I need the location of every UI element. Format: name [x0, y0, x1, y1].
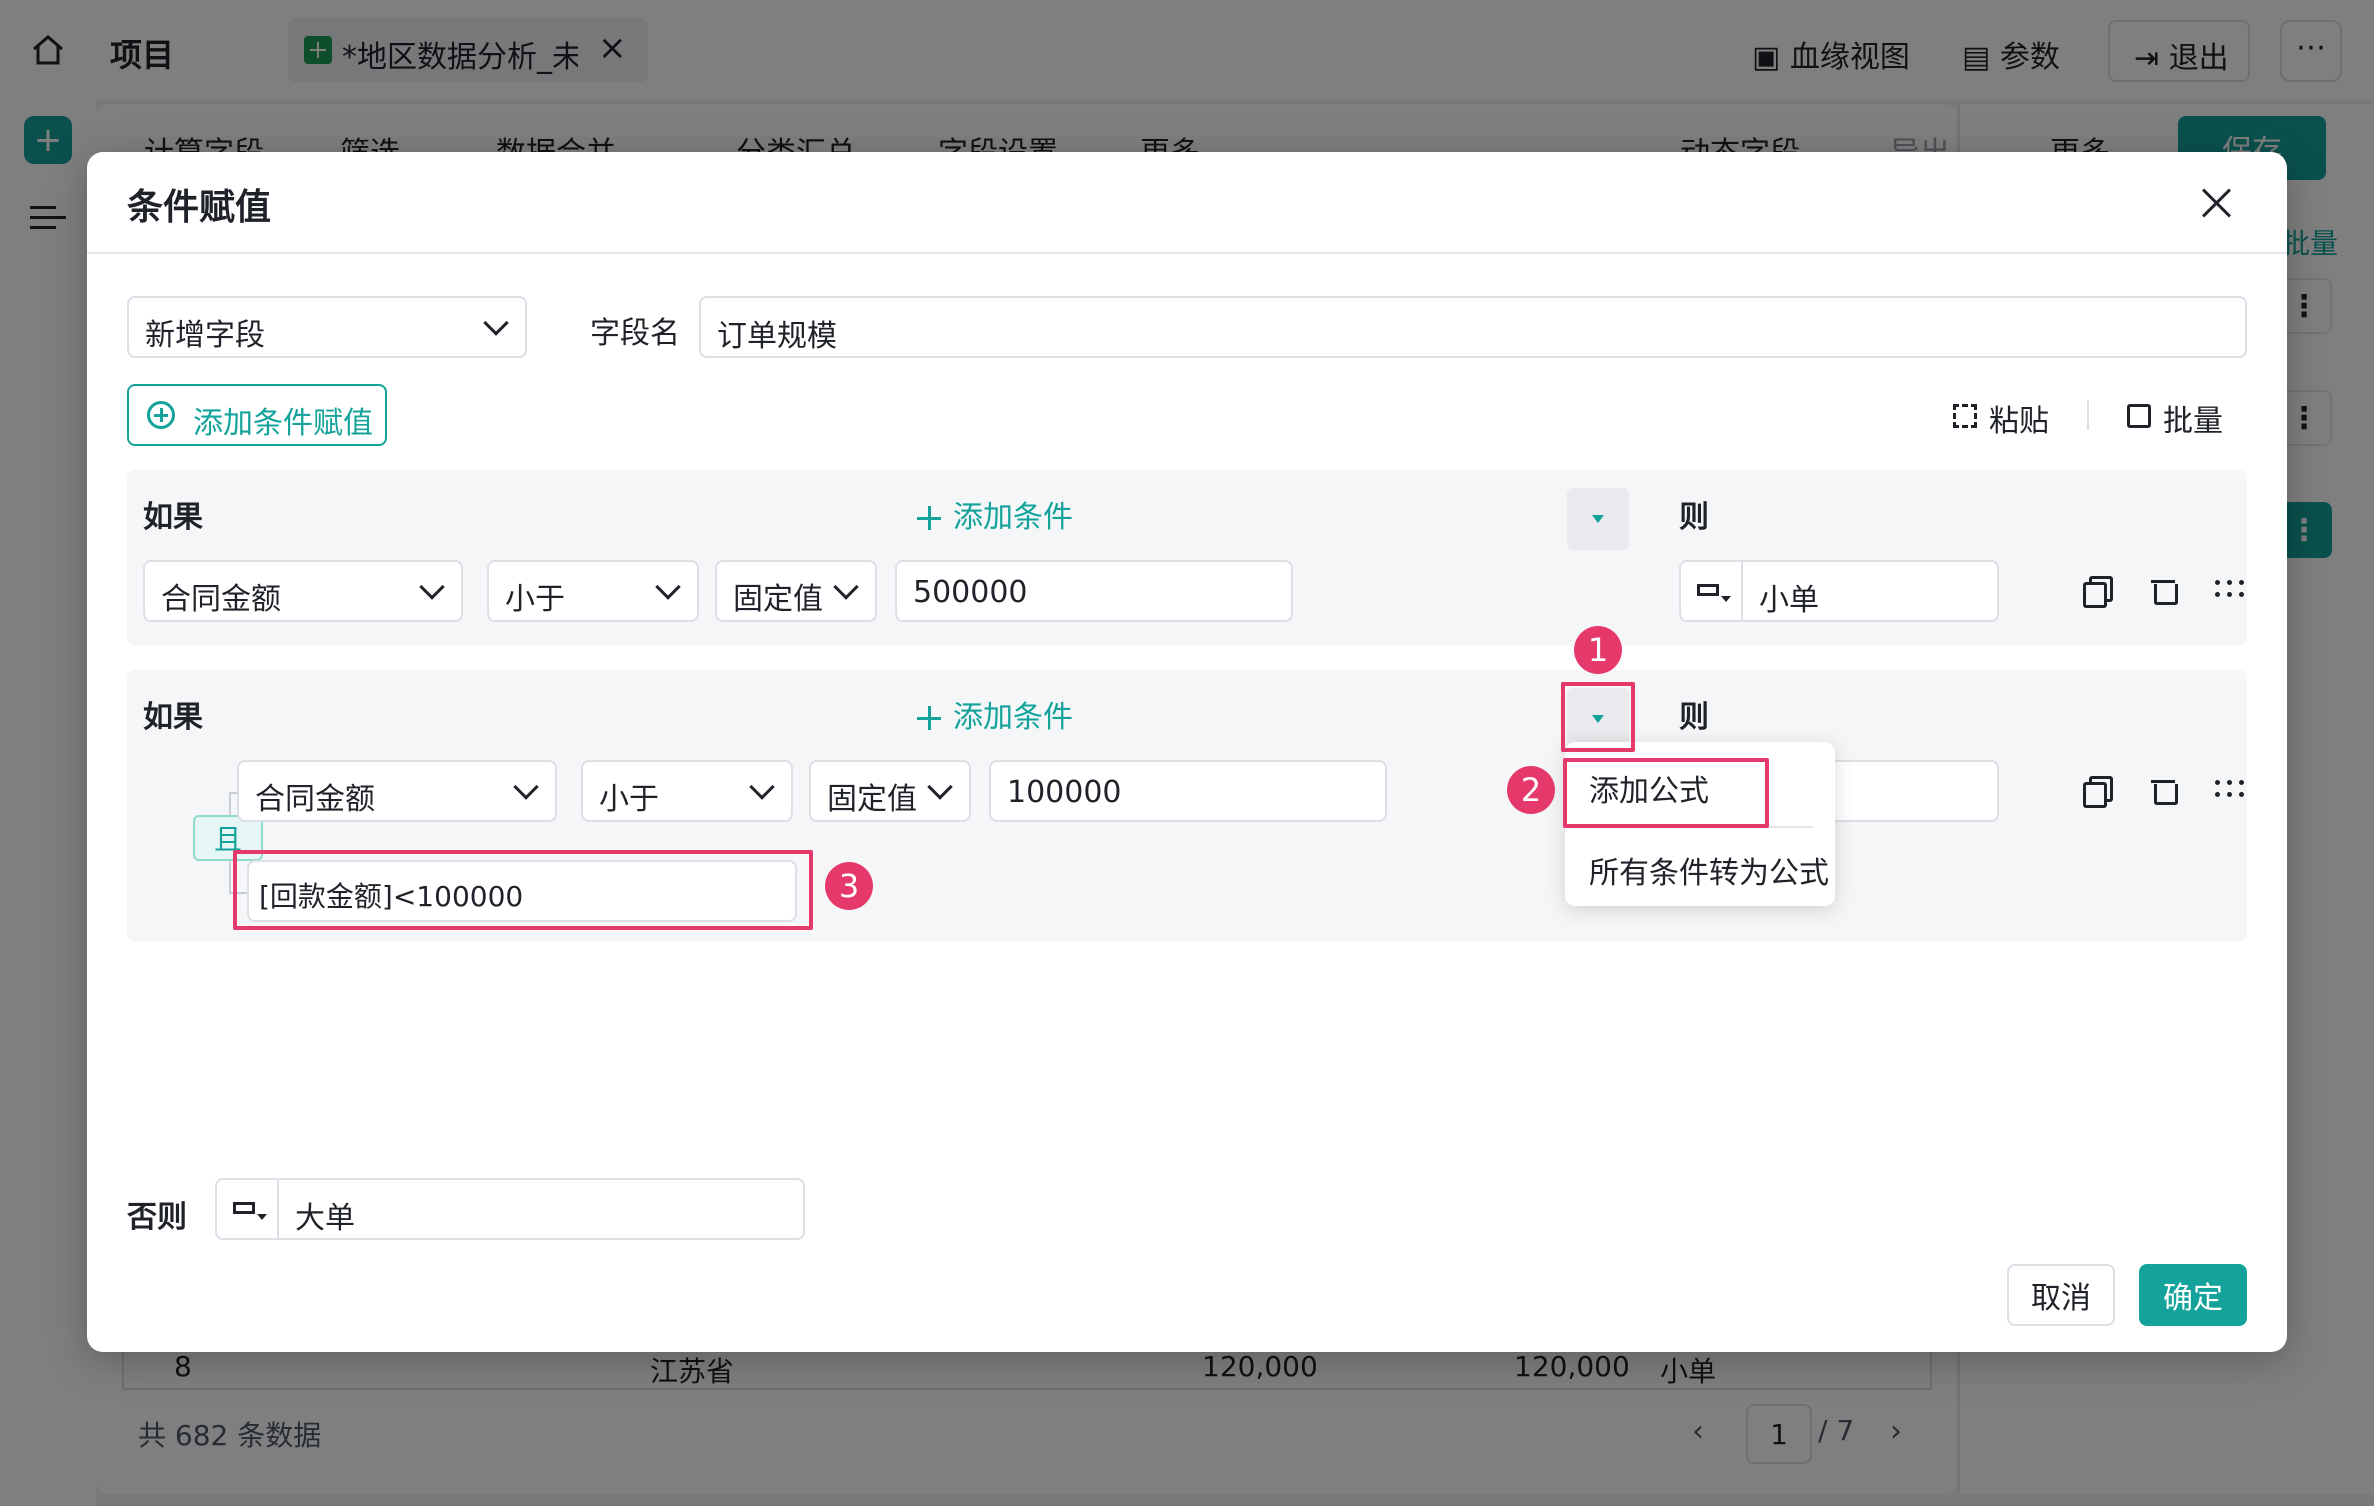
then-label: 则	[1679, 700, 1709, 735]
copy-icon[interactable]	[2083, 576, 2113, 608]
delete-icon[interactable]	[2151, 776, 2178, 805]
menu-item-convert-all-to-formula[interactable]: 所有条件转为公式	[1589, 848, 1829, 892]
if-label: 如果	[143, 700, 203, 735]
highlight-box	[233, 850, 813, 930]
highlight-box	[1563, 758, 1769, 828]
chevron-down-icon	[419, 574, 445, 600]
value-input[interactable]: 100000	[989, 760, 1387, 822]
copy-icon[interactable]	[2083, 776, 2113, 808]
conditional-assign-dialog: 条件赋值 新增字段 字段名 订单规模 添加条件赋值 粘贴 批量 如果 添加条件 …	[87, 152, 2287, 1352]
add-condition-button[interactable]: 添加条件	[917, 692, 1073, 736]
value-type-select[interactable]: 固定值	[809, 760, 971, 822]
field-select[interactable]: 合同金额	[143, 560, 463, 622]
chevron-down-icon	[749, 774, 775, 800]
field-name-label: 字段名	[590, 316, 680, 351]
add-circle-icon	[147, 401, 175, 429]
condition-options-dropdown[interactable]	[1567, 488, 1629, 550]
confirm-button[interactable]: 确定	[2139, 1264, 2247, 1326]
field-mode-select[interactable]: 新增字段	[127, 296, 527, 358]
chevron-down-icon	[927, 774, 953, 800]
batch-edit-icon	[2127, 404, 2151, 428]
condition-rule: 如果 添加条件 则 合同金额 小于 固定值 500000 小单	[127, 470, 2247, 646]
highlight-box	[1561, 682, 1635, 752]
step-badge: 2	[1507, 766, 1555, 814]
chevron-down-icon	[833, 574, 859, 600]
delete-icon[interactable]	[2151, 576, 2178, 605]
close-icon[interactable]	[2195, 182, 2239, 226]
if-label: 如果	[143, 500, 203, 535]
operator-select[interactable]: 小于	[487, 560, 699, 622]
step-badge: 1	[1574, 626, 1622, 674]
chevron-down-icon	[513, 774, 539, 800]
divider	[87, 252, 2287, 254]
result-type-toggle[interactable]	[217, 1180, 279, 1238]
divider	[2087, 400, 2089, 430]
add-condition-button[interactable]: 添加条件	[917, 492, 1073, 536]
field-select[interactable]: 合同金额	[237, 760, 557, 822]
result-input[interactable]: 小单	[1679, 560, 1999, 622]
plus-icon	[917, 706, 941, 730]
value-input[interactable]: 500000	[895, 560, 1293, 622]
text-type-icon	[1697, 584, 1719, 596]
dialog-title: 条件赋值	[127, 187, 272, 228]
then-label: 则	[1679, 500, 1709, 535]
drag-handle-icon[interactable]	[2215, 580, 2247, 602]
drag-handle-icon[interactable]	[2215, 780, 2247, 802]
chevron-down-icon	[483, 310, 509, 336]
operator-select[interactable]: 小于	[581, 760, 793, 822]
text-type-icon	[233, 1202, 255, 1214]
chevron-down-icon	[655, 574, 681, 600]
result-type-toggle[interactable]	[1681, 562, 1743, 620]
plus-icon	[917, 506, 941, 530]
add-conditional-assign-button[interactable]: 添加条件赋值	[127, 384, 387, 446]
value-type-select[interactable]: 固定值	[715, 560, 877, 622]
step-badge: 3	[825, 862, 873, 910]
else-value-input[interactable]: 大单	[215, 1178, 805, 1240]
paste-icon	[1953, 404, 1977, 428]
else-label: 否则	[127, 1200, 187, 1235]
field-name-input[interactable]: 订单规模	[699, 296, 2247, 358]
cancel-button[interactable]: 取消	[2007, 1264, 2115, 1326]
